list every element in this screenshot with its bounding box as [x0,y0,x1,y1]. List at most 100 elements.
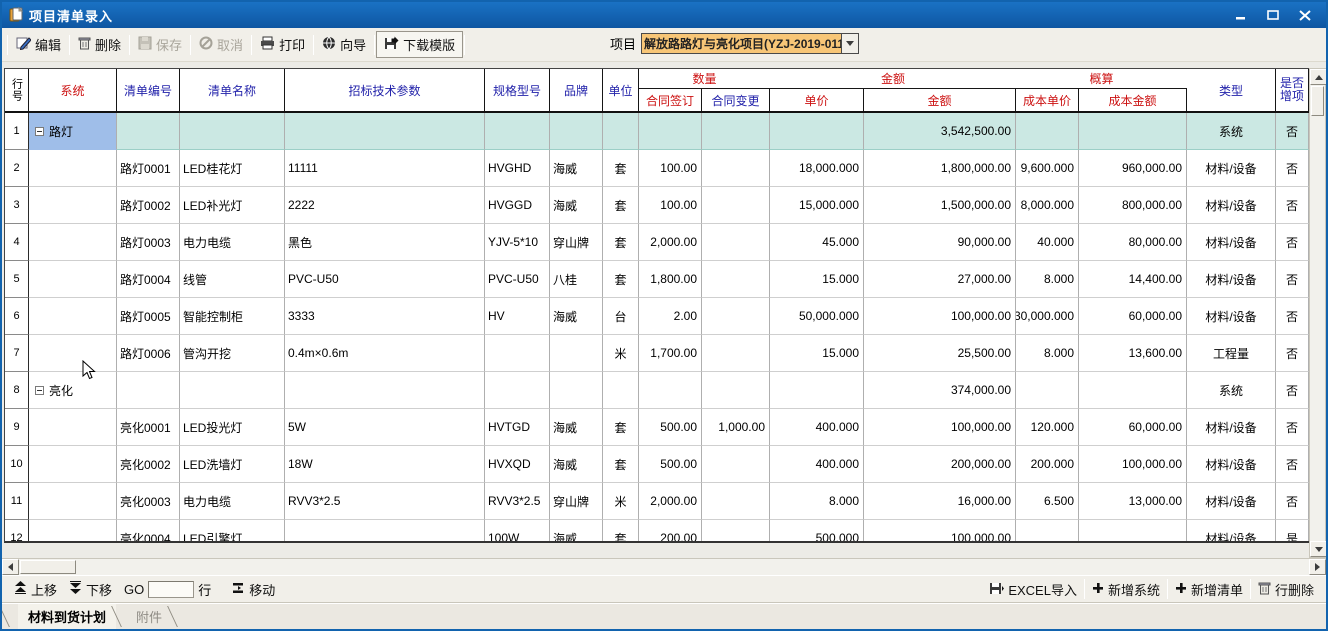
cell-cost_unit_price[interactable]: 30,000.000 [1016,298,1079,335]
cell-cost_amount[interactable]: 13,000.00 [1079,483,1187,520]
print-button[interactable]: 打印 [253,32,312,57]
cell-cost_unit_price[interactable] [1016,113,1079,150]
cell-unit_price[interactable]: 50,000.000 [770,298,864,335]
cell-spec[interactable] [485,372,550,409]
cell-extra[interactable]: 是 [1276,520,1309,543]
cell-unit_price[interactable]: 400.000 [770,409,864,446]
cell-params[interactable] [285,113,485,150]
cell-brand[interactable]: 八桂 [550,261,603,298]
vertical-scrollbar[interactable] [1309,68,1326,558]
cell-params[interactable]: 3333 [285,298,485,335]
cell-amount[interactable]: 374,000.00 [864,372,1016,409]
cell-system[interactable] [29,335,117,372]
cell-qty_signed[interactable]: 200.00 [639,520,702,543]
row-delete-button[interactable]: 行删除 [1252,578,1320,601]
cell-qty_changed[interactable] [702,298,770,335]
cell-qty_signed[interactable]: 1,700.00 [639,335,702,372]
cell-amount[interactable]: 100,000.00 [864,298,1016,335]
cell-unit[interactable]: 台 [603,298,639,335]
cell-name[interactable]: 电力电缆 [180,483,285,520]
cell-qty_signed[interactable]: 500.00 [639,446,702,483]
cell-unit[interactable]: 米 [603,483,639,520]
cell-system[interactable] [29,409,117,446]
cell-qty_changed[interactable] [702,113,770,150]
cell-params[interactable] [285,520,485,543]
cell-type[interactable]: 工程量 [1187,335,1276,372]
cell-extra[interactable]: 否 [1276,483,1309,520]
cell-cost_amount[interactable]: 80,000.00 [1079,224,1187,261]
cell-qty_changed[interactable] [702,335,770,372]
cell-extra[interactable]: 否 [1276,372,1309,409]
cell-cost_amount[interactable] [1079,372,1187,409]
cell-type[interactable]: 材料/设备 [1187,409,1276,446]
cell-qty_changed[interactable] [702,520,770,543]
cell-amount[interactable]: 90,000.00 [864,224,1016,261]
cell-list_no[interactable]: 亮化0003 [117,483,180,520]
cell-no[interactable]: 12 [5,520,29,543]
cell-spec[interactable]: YJV-5*10 [485,224,550,261]
cell-cost_unit_price[interactable]: 200.000 [1016,446,1079,483]
cell-extra[interactable]: 否 [1276,113,1309,150]
cell-unit_price[interactable]: 15.000 [770,261,864,298]
cell-extra[interactable]: 否 [1276,335,1309,372]
cell-type[interactable]: 材料/设备 [1187,261,1276,298]
cell-unit[interactable]: 套 [603,150,639,187]
cell-name[interactable] [180,372,285,409]
cell-unit_price[interactable] [770,113,864,150]
cell-name[interactable]: 电力电缆 [180,224,285,261]
cell-type[interactable]: 材料/设备 [1187,187,1276,224]
cell-type[interactable]: 系统 [1187,372,1276,409]
cell-cost_amount[interactable] [1079,520,1187,543]
cell-params[interactable]: 18W [285,446,485,483]
cell-system[interactable] [29,446,117,483]
cell-no[interactable]: 10 [5,446,29,483]
cell-amount[interactable]: 100,000.00 [864,520,1016,543]
cell-no[interactable]: 6 [5,298,29,335]
move-up-button[interactable]: 上移 [8,578,63,601]
cell-unit_price[interactable]: 18,000.000 [770,150,864,187]
cell-system[interactable] [29,150,117,187]
cell-system[interactable]: 亮化 [29,372,117,409]
cell-list_no[interactable] [117,372,180,409]
cell-unit[interactable]: 米 [603,335,639,372]
cell-qty_signed[interactable]: 2,000.00 [639,224,702,261]
cell-amount[interactable]: 25,500.00 [864,335,1016,372]
cell-brand[interactable]: 海威 [550,520,603,543]
cell-system[interactable] [29,224,117,261]
cell-name[interactable]: LED引擎灯 [180,520,285,543]
cell-cost_unit_price[interactable]: 40.000 [1016,224,1079,261]
cell-unit_price[interactable]: 400.000 [770,446,864,483]
cell-extra[interactable]: 否 [1276,446,1309,483]
cell-brand[interactable] [550,335,603,372]
cell-qty_changed[interactable]: 1,000.00 [702,409,770,446]
cell-params[interactable]: 黑色 [285,224,485,261]
cell-no[interactable]: 9 [5,409,29,446]
cell-name[interactable]: 管沟开挖 [180,335,285,372]
cell-qty_signed[interactable]: 100.00 [639,150,702,187]
cell-spec[interactable] [485,335,550,372]
cell-params[interactable]: 11111 [285,150,485,187]
cell-cost_amount[interactable]: 960,000.00 [1079,150,1187,187]
edit-button[interactable]: 编辑 [9,32,68,57]
cell-qty_changed[interactable] [702,372,770,409]
scroll-down-button[interactable] [1310,541,1327,557]
cell-amount[interactable]: 27,000.00 [864,261,1016,298]
cell-cost_unit_price[interactable]: 8.000 [1016,335,1079,372]
cell-unit_price[interactable]: 15,000.000 [770,187,864,224]
cell-unit_price[interactable]: 15.000 [770,335,864,372]
cell-no[interactable]: 1 [5,113,29,150]
cancel-button[interactable]: 取消 [192,32,250,57]
cell-cost_unit_price[interactable]: 6.500 [1016,483,1079,520]
cell-qty_signed[interactable]: 1,800.00 [639,261,702,298]
cell-extra[interactable]: 否 [1276,187,1309,224]
cell-name[interactable]: LED桂花灯 [180,150,285,187]
cell-amount[interactable]: 1,800,000.00 [864,150,1016,187]
go-row-input[interactable] [148,581,194,598]
cell-cost_amount[interactable]: 14,400.00 [1079,261,1187,298]
cell-cost_amount[interactable] [1079,113,1187,150]
cell-list_no[interactable]: 路灯0004 [117,261,180,298]
cell-unit_price[interactable]: 500.000 [770,520,864,543]
tab-material-arrival-plan[interactable]: 材料到货计划 [18,604,116,629]
close-button[interactable] [1294,6,1316,24]
cell-system[interactable]: 路灯 [29,113,117,150]
